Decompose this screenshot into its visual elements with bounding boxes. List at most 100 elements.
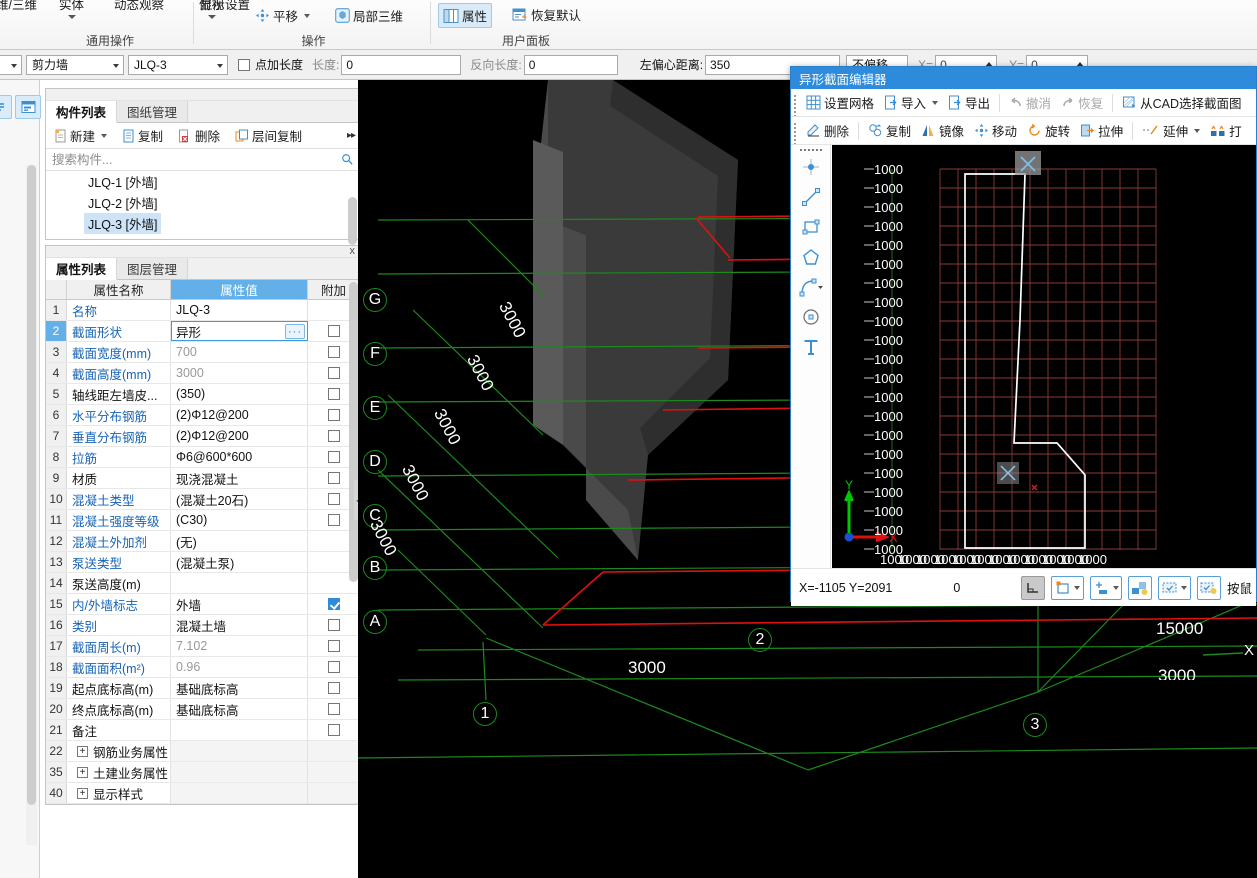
attach-checkbox[interactable] <box>327 451 340 463</box>
tab-component-list[interactable]: 构件列表 <box>46 101 118 123</box>
rail-scrollbar-thumb[interactable] <box>27 165 36 805</box>
property-row-value[interactable]: 现浇混凝土 <box>171 468 308 488</box>
property-row[interactable]: 16 类别 混凝土墙 <box>46 615 359 636</box>
property-row-value[interactable]: 700 <box>171 342 308 362</box>
attach-checkbox[interactable] <box>327 703 340 715</box>
export-button[interactable]: 导出 <box>944 91 994 114</box>
attach-checkbox[interactable] <box>327 682 340 694</box>
ribbon-item-restore-default[interactable]: 恢复默认 <box>508 3 585 26</box>
selection-mode-toggle-button[interactable] <box>1158 575 1191 600</box>
import-button[interactable]: 导入 <box>880 91 942 114</box>
ribbon-item-pan[interactable]: 平移 <box>251 4 314 27</box>
delete-component-button[interactable]: 删除 <box>174 124 224 147</box>
copy-component-button[interactable]: 复制 <box>118 124 167 147</box>
attach-checkbox[interactable] <box>327 598 340 610</box>
point-tool-button[interactable] <box>797 153 825 181</box>
ribbon-item-solid[interactable]: 实体 <box>55 0 88 21</box>
toolbar-grip-icon[interactable] <box>794 122 798 144</box>
open-editor-button[interactable]: ··· <box>285 324 305 339</box>
hidden-left-combo[interactable] <box>0 54 22 75</box>
list-item[interactable]: JLQ-2 [外墙] <box>46 192 359 213</box>
property-row[interactable]: 17 截面周长(m) 7.102 <box>46 636 359 657</box>
property-row[interactable]: 2 截面形状 异形 ··· <box>46 321 359 342</box>
point-add-length-checkbox[interactable] <box>238 58 250 71</box>
member-combo[interactable]: JLQ-3 <box>128 54 228 75</box>
undo-button[interactable]: 撤消 <box>1005 91 1055 114</box>
circle-tool-button[interactable] <box>797 303 825 331</box>
new-component-button[interactable]: 新建 <box>50 124 111 147</box>
property-row-value[interactable]: 异形 ··· <box>171 321 308 341</box>
extend-button[interactable]: 延伸 <box>1138 119 1204 142</box>
panel-list-icon[interactable] <box>0 95 12 119</box>
property-row-value[interactable]: Φ6@600*600 <box>171 447 308 467</box>
tab-drawing-manager[interactable]: 图纸管理 <box>117 100 189 122</box>
copy-shape-button[interactable]: 复制 <box>864 119 915 142</box>
attach-checkbox[interactable] <box>327 325 340 337</box>
arc-tool-button[interactable] <box>797 273 825 301</box>
attach-checkbox[interactable] <box>327 640 340 652</box>
ribbon-item-properties[interactable]: 属性 <box>438 3 493 28</box>
property-row-value[interactable]: (350) <box>171 384 308 404</box>
tool-column-grip-icon[interactable] <box>791 145 830 151</box>
attach-checkbox[interactable] <box>327 661 340 673</box>
property-row-value[interactable]: 基础底标高 <box>171 699 308 719</box>
property-row-value[interactable]: 基础底标高 <box>171 678 308 698</box>
rotate-button[interactable]: 旋转 <box>1023 119 1074 142</box>
line-tool-button[interactable] <box>797 183 825 211</box>
property-row[interactable]: 35 + 土建业务属性 <box>46 762 359 783</box>
property-row-value[interactable]: (2)Φ12@200 <box>171 405 308 425</box>
dialog-title-bar[interactable]: 异形截面编辑器 <box>791 67 1256 89</box>
ribbon-item-orbit[interactable]: 动态观察 <box>110 0 168 15</box>
grid-tag-F[interactable]: F <box>363 342 387 366</box>
list-item[interactable]: JLQ-1 [外墙] <box>46 171 359 192</box>
property-row[interactable]: 4 截面高度(mm) 3000 <box>46 363 359 384</box>
object-snap-toggle-button[interactable] <box>1051 575 1084 600</box>
grid-settings-button[interactable]: 设置网格 <box>802 91 878 114</box>
layer-copy-button[interactable]: 层间复制 <box>231 124 306 147</box>
attach-checkbox[interactable] <box>327 388 340 400</box>
ribbon-item-3d2d[interactable]: 维/三维 <box>0 0 41 15</box>
attach-checkbox[interactable] <box>327 430 340 442</box>
grid-tag-3[interactable]: 3 <box>1023 713 1047 737</box>
property-row[interactable]: 1 名称 JLQ-3 <box>46 300 359 321</box>
property-row-value[interactable] <box>171 573 308 593</box>
property-row-value[interactable]: 7.102 <box>171 636 308 656</box>
grid-tag-E[interactable]: E <box>363 396 387 420</box>
point-snap-toggle-button[interactable] <box>1089 575 1123 600</box>
expand-icon[interactable]: + <box>77 787 88 799</box>
property-row[interactable]: 40 + 显示样式 <box>46 783 359 804</box>
property-row-value[interactable]: 混凝土墙 <box>171 615 308 635</box>
grid-tag-1[interactable]: 1 <box>473 702 497 726</box>
property-row-value[interactable]: JLQ-3 <box>171 300 308 320</box>
dynamic-input-toggle-button[interactable] <box>1128 575 1153 600</box>
property-row[interactable]: 13 泵送类型 (混凝土泵) <box>46 552 359 573</box>
property-row-value[interactable]: (2)Φ12@200 <box>171 426 308 446</box>
property-row[interactable]: 21 备注 <box>46 720 359 741</box>
attach-checkbox[interactable] <box>327 514 340 526</box>
expand-icon[interactable]: + <box>77 766 88 778</box>
property-row-value[interactable] <box>171 741 308 761</box>
close-icon[interactable]: x <box>350 245 356 257</box>
property-row[interactable]: 8 拉筋 Φ6@600*600 <box>46 447 359 468</box>
property-row[interactable]: 5 轴线距左墙皮... (350) <box>46 384 359 405</box>
text-tool-button[interactable] <box>797 333 825 361</box>
mirror-button[interactable]: 镜像 <box>917 119 968 142</box>
search-input[interactable] <box>52 152 353 167</box>
property-row[interactable]: 15 内/外墙标志 外墙 <box>46 594 359 615</box>
property-row-value[interactable] <box>171 762 308 782</box>
property-row-value[interactable]: 0.96 <box>171 657 308 677</box>
redo-button[interactable]: 恢复 <box>1057 91 1107 114</box>
property-row[interactable]: 11 混凝土强度等级 (C30) <box>46 510 359 531</box>
ortho-toggle-button[interactable] <box>1021 575 1046 600</box>
tab-layer-manager[interactable]: 图层管理 <box>117 257 189 279</box>
rail-scrollbar[interactable] <box>26 165 37 845</box>
ribbon-item-local-3d[interactable]: 局部三维 <box>331 4 407 27</box>
property-row-value[interactable]: 3000 <box>171 363 308 383</box>
ribbon-item-display-settings[interactable]: 显示设置 <box>196 0 254 15</box>
attach-checkbox[interactable] <box>327 367 340 379</box>
property-row-value[interactable]: (C30) <box>171 510 308 530</box>
property-row-value[interactable]: 外墙 <box>171 594 308 614</box>
property-row-value[interactable] <box>171 783 308 803</box>
property-row[interactable]: 6 水平分布钢筋 (2)Φ12@200 <box>46 405 359 426</box>
property-row[interactable]: 22 + 钢筋业务属性 <box>46 741 359 762</box>
